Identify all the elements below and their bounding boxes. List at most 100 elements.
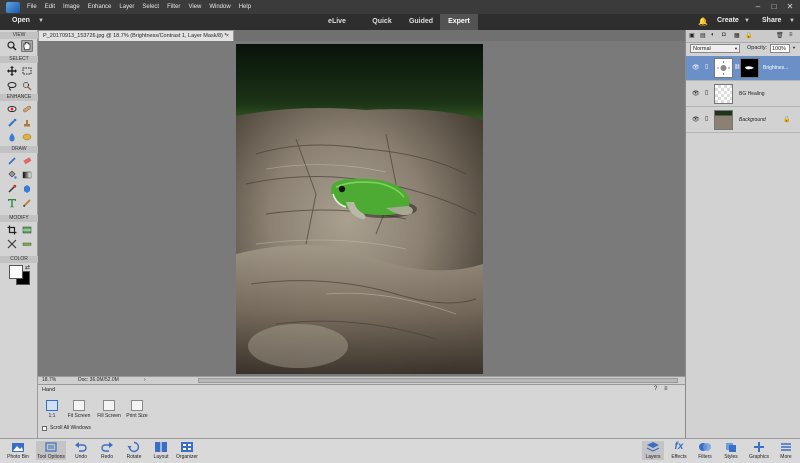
recompose-icon[interactable] xyxy=(21,224,33,236)
tool-options-button[interactable]: Tool Options xyxy=(36,441,66,460)
chevron-down-icon[interactable]: ▼ xyxy=(38,18,44,24)
straighten-icon[interactable] xyxy=(21,238,33,250)
more-button[interactable]: More xyxy=(776,441,796,460)
pencil-icon[interactable] xyxy=(21,197,33,209)
gradient-icon[interactable] xyxy=(21,169,33,181)
create-button[interactable]: Create xyxy=(717,17,739,24)
redo-button[interactable]: Redo xyxy=(97,441,117,460)
custom-shape-icon[interactable] xyxy=(21,183,33,195)
effects-button[interactable]: fx Effects xyxy=(668,441,690,460)
zoom-level[interactable]: 18.7% xyxy=(42,377,56,384)
horizontal-scrollbar[interactable] xyxy=(198,378,678,383)
share-button[interactable]: Share xyxy=(762,17,781,24)
layer-name: Background xyxy=(739,117,766,123)
menu-file[interactable]: File xyxy=(23,4,41,10)
undo-button[interactable]: Undo xyxy=(71,441,91,460)
eyedropper-icon[interactable] xyxy=(6,183,18,195)
print-size-button[interactable]: Print Size xyxy=(124,400,150,419)
link-icon[interactable]: ▯ xyxy=(705,115,708,122)
menu-view[interactable]: View xyxy=(184,4,205,10)
tab-guided[interactable]: Guided xyxy=(404,14,438,30)
close-tab-icon[interactable]: × xyxy=(226,31,229,41)
layer-row[interactable]: 👁 ▯ Background 🔒 xyxy=(686,108,800,133)
foreground-color-swatch[interactable] xyxy=(9,265,23,279)
chevron-down-icon[interactable]: ▼ xyxy=(744,18,750,24)
help-icon[interactable]: ? xyxy=(654,386,657,392)
actual-pixels-button[interactable]: 1:1 xyxy=(42,400,62,419)
fill-screen-button[interactable]: Fill Screen xyxy=(94,400,124,419)
organizer-button[interactable]: Organizer xyxy=(174,441,200,460)
open-button[interactable]: Open xyxy=(12,17,30,24)
smart-brush-icon[interactable] xyxy=(6,117,18,129)
tab-expert[interactable]: Expert xyxy=(440,14,478,30)
link-icon[interactable]: ▯ xyxy=(705,63,708,70)
layers-button[interactable]: Layers xyxy=(642,441,664,460)
hand-icon[interactable] xyxy=(21,40,33,52)
document-image[interactable] xyxy=(236,44,483,374)
move-icon[interactable] xyxy=(6,65,18,77)
opacity-input[interactable]: 100% xyxy=(770,44,790,53)
blend-mode-select[interactable]: Normal ▼ xyxy=(690,44,740,53)
eye-icon[interactable]: 👁 xyxy=(692,64,700,71)
maximize-icon[interactable]: □ xyxy=(768,1,780,12)
menu-help[interactable]: Help xyxy=(235,4,255,10)
fit-screen-button[interactable]: Fit Screen xyxy=(64,400,94,419)
paint-bucket-icon[interactable] xyxy=(6,169,18,181)
photo-bin-button[interactable]: Photo Bin xyxy=(6,441,30,460)
eye-icon[interactable]: 👁 xyxy=(692,116,700,123)
content-aware-move-icon[interactable] xyxy=(6,238,18,250)
clone-stamp-icon[interactable] xyxy=(21,117,33,129)
menu-image[interactable]: Image xyxy=(59,4,84,10)
status-menu-arrow-icon[interactable]: › xyxy=(144,377,146,384)
eraser-icon[interactable] xyxy=(21,155,33,167)
chevron-down-icon: ▼ xyxy=(734,46,738,51)
link-icon[interactable]: ▯ xyxy=(705,89,708,96)
document-tab[interactable]: P_20170913_153726.jpg @ 18.7% (Brightnes… xyxy=(38,30,234,41)
menu-select[interactable]: Select xyxy=(138,4,163,10)
blur-icon[interactable] xyxy=(6,131,18,143)
undo-icon xyxy=(74,441,88,453)
adjustment-layer-icon[interactable]: ◐ xyxy=(711,32,715,38)
swap-colors-icon[interactable]: ⇄ xyxy=(25,264,30,271)
new-group-icon[interactable]: ▤ xyxy=(700,32,706,39)
menu-window[interactable]: Window xyxy=(205,4,234,10)
eye-icon[interactable]: 👁 xyxy=(692,90,700,97)
lasso-icon[interactable] xyxy=(6,80,18,92)
brush-icon[interactable] xyxy=(6,155,18,167)
trash-icon[interactable]: 🗑 xyxy=(776,32,784,39)
layer-row[interactable]: 👁 ▯ ⛓ Brightnes... xyxy=(686,56,800,81)
tab-elive[interactable]: eLive xyxy=(318,14,356,30)
close-icon[interactable]: ✕ xyxy=(784,1,796,12)
styles-button[interactable]: Styles xyxy=(720,441,742,460)
panel-menu-icon[interactable]: ≡ xyxy=(789,32,793,38)
layer-row[interactable]: 👁 ▯ BG Healing xyxy=(686,82,800,107)
rotate-button[interactable]: Rotate xyxy=(123,441,145,460)
chevron-down-icon[interactable]: ▼ xyxy=(792,45,796,50)
lock-icon[interactable]: 🔒 xyxy=(745,32,752,39)
marquee-icon[interactable] xyxy=(21,65,33,77)
notification-bell-icon[interactable]: 🔔 xyxy=(698,17,708,26)
menu-layer[interactable]: Layer xyxy=(115,4,138,10)
zoom-icon[interactable] xyxy=(6,40,18,52)
sponge-icon[interactable] xyxy=(21,131,33,143)
chevron-down-icon[interactable]: ▼ xyxy=(789,18,795,24)
options-menu-icon[interactable]: ≡ xyxy=(664,386,668,392)
tab-quick[interactable]: Quick xyxy=(362,14,402,30)
scroll-all-windows-checkbox[interactable] xyxy=(42,426,47,431)
lock-transparent-icon[interactable]: ▦ xyxy=(734,32,740,39)
toolbox: VIEW SELECT ENHANCE DRAW MODIFY COLOR ⇄ xyxy=(0,30,38,438)
menu-edit[interactable]: Edit xyxy=(41,4,59,10)
red-eye-icon[interactable] xyxy=(6,103,18,115)
spot-healing-icon[interactable] xyxy=(21,103,33,115)
menu-enhance[interactable]: Enhance xyxy=(84,4,116,10)
minimize-icon[interactable]: – xyxy=(752,1,764,12)
layout-button[interactable]: Layout xyxy=(150,441,172,460)
new-layer-icon[interactable]: ▣ xyxy=(689,32,695,39)
type-icon[interactable] xyxy=(6,197,18,209)
layer-mask-icon[interactable]: ◘ xyxy=(722,32,726,38)
graphics-button[interactable]: Graphics xyxy=(746,441,772,460)
menu-filter[interactable]: Filter xyxy=(163,4,184,10)
crop-icon[interactable] xyxy=(6,224,18,236)
quick-selection-icon[interactable] xyxy=(21,80,33,92)
filters-button[interactable]: Filters xyxy=(694,441,716,460)
